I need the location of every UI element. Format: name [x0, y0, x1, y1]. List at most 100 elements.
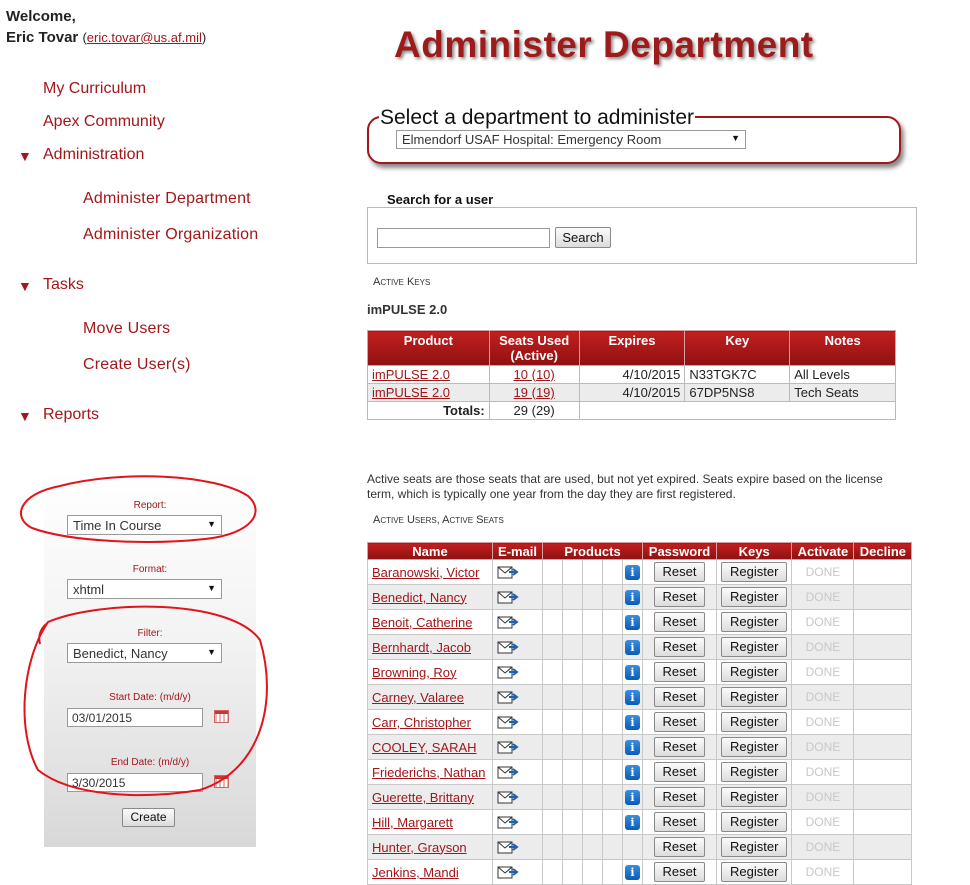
calendar-icon[interactable]	[214, 710, 229, 723]
user-name-link[interactable]: Browning, Roy	[372, 665, 457, 680]
register-key-button[interactable]: Register	[721, 712, 788, 732]
nav-administer-organization[interactable]: Administer Organization	[83, 226, 258, 244]
keys-col-product: Product	[367, 330, 490, 366]
key-seats-link[interactable]: 19 (19)	[514, 385, 555, 400]
register-key-button[interactable]: Register	[721, 662, 788, 682]
envelope-arrow-icon[interactable]	[497, 690, 519, 705]
reset-password-button[interactable]: Reset	[653, 637, 706, 657]
reset-password-button[interactable]: Reset	[653, 737, 706, 757]
nav-administer-department[interactable]: Administer Department	[83, 190, 251, 208]
user-name-link[interactable]: Bernhardt, Jacob	[372, 640, 471, 655]
register-key-button[interactable]: Register	[721, 762, 788, 782]
user-email-link[interactable]: eric.tovar@us.af.mil	[87, 30, 202, 45]
envelope-arrow-icon[interactable]	[497, 765, 519, 780]
envelope-arrow-icon[interactable]	[497, 590, 519, 605]
reset-password-button[interactable]: Reset	[653, 862, 706, 882]
key-seats-link[interactable]: 10 (10)	[514, 367, 555, 382]
user-name-link[interactable]: Friederichs, Nathan	[372, 765, 485, 780]
user-name-link[interactable]: Hunter, Grayson	[372, 840, 467, 855]
reset-password-button[interactable]: Reset	[653, 712, 706, 732]
info-icon[interactable]: i	[625, 715, 640, 731]
users-table-body: Baranowski, Victor i Reset Register DONE Bene…	[367, 559, 913, 885]
register-key-button[interactable]: Register	[721, 612, 788, 632]
decline-cell	[853, 834, 913, 860]
search-button[interactable]: Search	[555, 227, 611, 248]
nav-my-curriculum[interactable]: My Curriculum	[43, 80, 146, 98]
envelope-arrow-icon[interactable]	[497, 865, 519, 880]
key-product-link[interactable]: imPULSE 2.0	[372, 385, 450, 400]
info-icon[interactable]: i	[625, 615, 640, 631]
user-name-link[interactable]: Benedict, Nancy	[372, 590, 467, 605]
filter-select[interactable]: Benedict, Nancy ▼	[67, 643, 222, 663]
envelope-arrow-icon[interactable]	[497, 665, 519, 680]
user-name-link[interactable]: Guerette, Brittany	[372, 790, 474, 805]
reset-password-button[interactable]: Reset	[653, 662, 706, 682]
register-key-button[interactable]: Register	[721, 587, 788, 607]
reset-password-button[interactable]: Reset	[653, 812, 706, 832]
register-key-button[interactable]: Register	[721, 787, 788, 807]
reset-password-button[interactable]: Reset	[653, 612, 706, 632]
register-key-button[interactable]: Register	[721, 862, 788, 882]
format-select[interactable]: xhtml ▼	[67, 579, 222, 599]
nav-create-users[interactable]: Create User(s)	[83, 356, 191, 374]
info-icon[interactable]: i	[625, 765, 640, 781]
reset-password-button[interactable]: Reset	[653, 837, 706, 857]
decline-cell	[853, 734, 913, 760]
reset-password-button[interactable]: Reset	[653, 687, 706, 707]
info-icon[interactable]: i	[625, 865, 640, 881]
info-icon[interactable]: i	[625, 690, 640, 706]
info-icon[interactable]: i	[625, 740, 640, 756]
user-name-link[interactable]: Carr, Christopher	[372, 715, 471, 730]
info-icon[interactable]: i	[625, 590, 640, 606]
nav-move-users[interactable]: Move Users	[83, 320, 170, 338]
user-name-link[interactable]: COOLEY, SARAH	[372, 740, 477, 755]
nav-reports[interactable]: Reports	[43, 406, 99, 424]
envelope-arrow-icon[interactable]	[497, 615, 519, 630]
register-key-button[interactable]: Register	[721, 637, 788, 657]
user-name-link[interactable]: Baranowski, Victor	[372, 565, 479, 580]
register-key-button[interactable]: Register	[721, 837, 788, 857]
user-name-link[interactable]: Jenkins, Mandi	[372, 865, 459, 880]
calendar-icon[interactable]	[214, 775, 229, 788]
envelope-arrow-icon[interactable]	[497, 715, 519, 730]
report-select[interactable]: Time In Course ▼	[67, 515, 222, 535]
nav-tasks[interactable]: Tasks	[43, 276, 84, 294]
start-date-input[interactable]: 03/01/2015	[67, 708, 203, 727]
decline-cell	[853, 859, 913, 885]
envelope-arrow-icon[interactable]	[497, 640, 519, 655]
reset-password-button[interactable]: Reset	[653, 787, 706, 807]
reset-password-button[interactable]: Reset	[653, 562, 706, 582]
keys-col-seats: Seats Used (Active)	[488, 330, 580, 366]
tasks-expand-icon[interactable]: ▼	[18, 278, 32, 294]
reports-expand-icon[interactable]: ▼	[18, 408, 32, 424]
info-icon[interactable]: i	[625, 790, 640, 806]
envelope-arrow-icon[interactable]	[497, 790, 519, 805]
envelope-arrow-icon[interactable]	[497, 815, 519, 830]
search-input[interactable]	[377, 228, 550, 248]
envelope-arrow-icon[interactable]	[497, 840, 519, 855]
filter-label: Filter:	[137, 628, 163, 639]
department-select[interactable]: Elmendorf USAF Hospital: Emergency Room …	[396, 130, 746, 149]
info-icon[interactable]: i	[625, 640, 640, 656]
create-button[interactable]: Create	[122, 808, 175, 827]
reset-password-button[interactable]: Reset	[653, 587, 706, 607]
end-date-input[interactable]: 3/30/2015	[67, 773, 203, 792]
nav-apex-community[interactable]: Apex Community	[43, 113, 165, 131]
activate-status: DONE	[791, 559, 855, 585]
user-name-link[interactable]: Hill, Margarett	[372, 815, 453, 830]
info-icon[interactable]: i	[625, 815, 640, 831]
register-key-button[interactable]: Register	[721, 687, 788, 707]
envelope-arrow-icon[interactable]	[497, 740, 519, 755]
info-icon[interactable]: i	[625, 665, 640, 681]
register-key-button[interactable]: Register	[721, 562, 788, 582]
info-icon[interactable]: i	[625, 565, 640, 581]
key-product-link[interactable]: imPULSE 2.0	[372, 367, 450, 382]
reset-password-button[interactable]: Reset	[653, 762, 706, 782]
user-name-link[interactable]: Benoit, Catherine	[372, 615, 472, 630]
administration-expand-icon[interactable]: ▼	[18, 148, 32, 164]
envelope-arrow-icon[interactable]	[497, 565, 519, 580]
register-key-button[interactable]: Register	[721, 737, 788, 757]
register-key-button[interactable]: Register	[721, 812, 788, 832]
nav-administration[interactable]: Administration	[43, 146, 144, 164]
user-name-link[interactable]: Carney, Valaree	[372, 690, 464, 705]
